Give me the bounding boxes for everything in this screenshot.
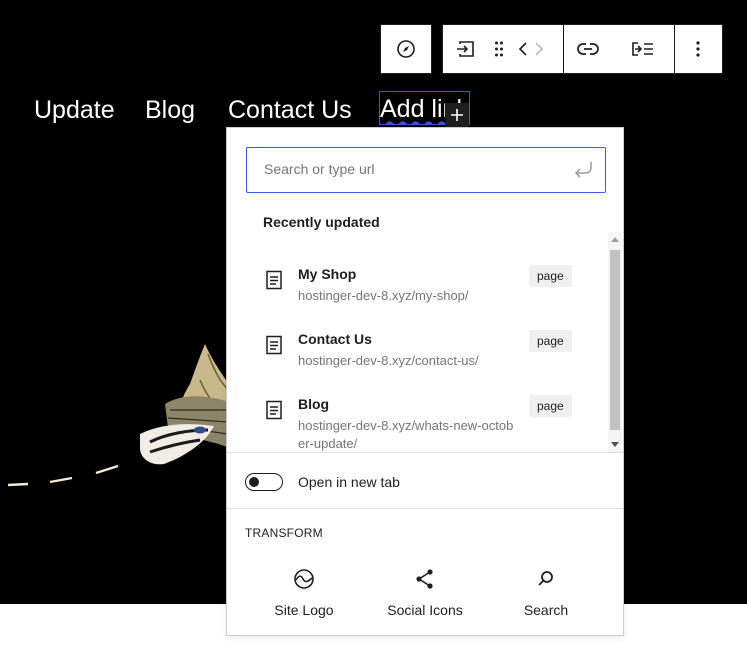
enter-icon xyxy=(574,162,592,178)
transform-social-icons[interactable]: Social Icons xyxy=(370,564,480,624)
transform-label: Social Icons xyxy=(387,602,463,618)
nav-item-update[interactable]: Update xyxy=(34,95,115,125)
result-url: hostinger-dev-8.xyz/whats-new-october-up… xyxy=(298,418,514,451)
open-new-tab-label: Open in new tab xyxy=(298,474,400,490)
scroll-down-icon[interactable] xyxy=(611,442,619,448)
compass-icon xyxy=(397,40,415,58)
share-icon xyxy=(416,569,433,589)
list-indent-icon xyxy=(631,42,653,56)
result-url: hostinger-dev-8.xyz/contact-us/ xyxy=(298,353,479,368)
transform-label: Site Logo xyxy=(274,602,334,618)
result-url: hostinger-dev-8.xyz/my-shop/ xyxy=(298,288,469,303)
plus-icon xyxy=(451,109,463,121)
search-results-list: My Shop hostinger-dev-8.xyz/my-shop/ pag… xyxy=(247,236,625,452)
more-vertical-icon xyxy=(696,41,700,57)
chevron-right-icon xyxy=(535,42,544,56)
nav-item-contact-us[interactable]: Contact Us xyxy=(228,95,352,125)
drag-handle[interactable] xyxy=(489,25,509,73)
result-type-badge: page xyxy=(529,395,572,417)
search-result-my-shop[interactable]: My Shop hostinger-dev-8.xyz/my-shop/ pag… xyxy=(247,246,607,311)
nav-item-blog[interactable]: Blog xyxy=(145,95,195,125)
submit-link-button[interactable] xyxy=(573,160,595,185)
result-type-badge: page xyxy=(529,330,572,352)
transform-label: Search xyxy=(523,602,569,618)
open-new-tab-setting: Open in new tab xyxy=(245,471,400,493)
link-control-popover: Recently updated My Shop hostinger-dev-8… xyxy=(226,127,624,636)
toggle-knob xyxy=(249,477,259,487)
divider xyxy=(227,508,623,509)
divider xyxy=(227,452,623,453)
bird-illustration xyxy=(7,344,230,487)
submenu-icon xyxy=(456,41,474,57)
more-options-button[interactable] xyxy=(675,25,722,73)
select-parent-button[interactable] xyxy=(381,25,431,73)
result-type-badge: page xyxy=(529,265,572,287)
chevron-left-icon xyxy=(518,42,527,56)
move-left-button[interactable] xyxy=(515,25,531,73)
add-block-button[interactable] xyxy=(445,103,469,127)
open-new-tab-toggle[interactable] xyxy=(245,473,283,491)
recently-updated-heading: Recently updated xyxy=(263,214,380,230)
page-icon xyxy=(265,270,283,295)
drag-handle-icon xyxy=(494,41,503,57)
link-button[interactable] xyxy=(564,25,611,73)
scrollbar-thumb[interactable] xyxy=(610,250,620,430)
indent-list-button[interactable] xyxy=(612,25,674,73)
transform-heading: TRANSFORM xyxy=(245,526,323,540)
page-icon xyxy=(265,335,283,360)
result-title: Contact Us xyxy=(298,331,372,347)
search-icon xyxy=(538,571,553,586)
add-submenu-button[interactable] xyxy=(443,25,489,73)
link-search-box xyxy=(246,147,606,193)
search-result-contact-us[interactable]: Contact Us hostinger-dev-8.xyz/contact-u… xyxy=(247,311,607,376)
scroll-up-icon[interactable] xyxy=(611,236,619,242)
link-search-input[interactable] xyxy=(247,148,557,190)
move-right-button[interactable] xyxy=(531,25,547,73)
transform-site-logo[interactable]: Site Logo xyxy=(249,564,359,624)
transform-search[interactable]: Search xyxy=(491,564,601,624)
link-icon xyxy=(577,43,599,55)
results-scrollbar[interactable] xyxy=(608,232,622,452)
result-title: Blog xyxy=(298,396,330,412)
site-logo-icon xyxy=(294,569,314,589)
toolbar-parent-group xyxy=(380,24,432,74)
result-title: My Shop xyxy=(298,266,357,282)
page-icon xyxy=(265,400,283,425)
search-result-blog[interactable]: Blog hostinger-dev-8.xyz/whats-new-octob… xyxy=(247,376,607,452)
toolbar-main-group xyxy=(442,24,723,74)
